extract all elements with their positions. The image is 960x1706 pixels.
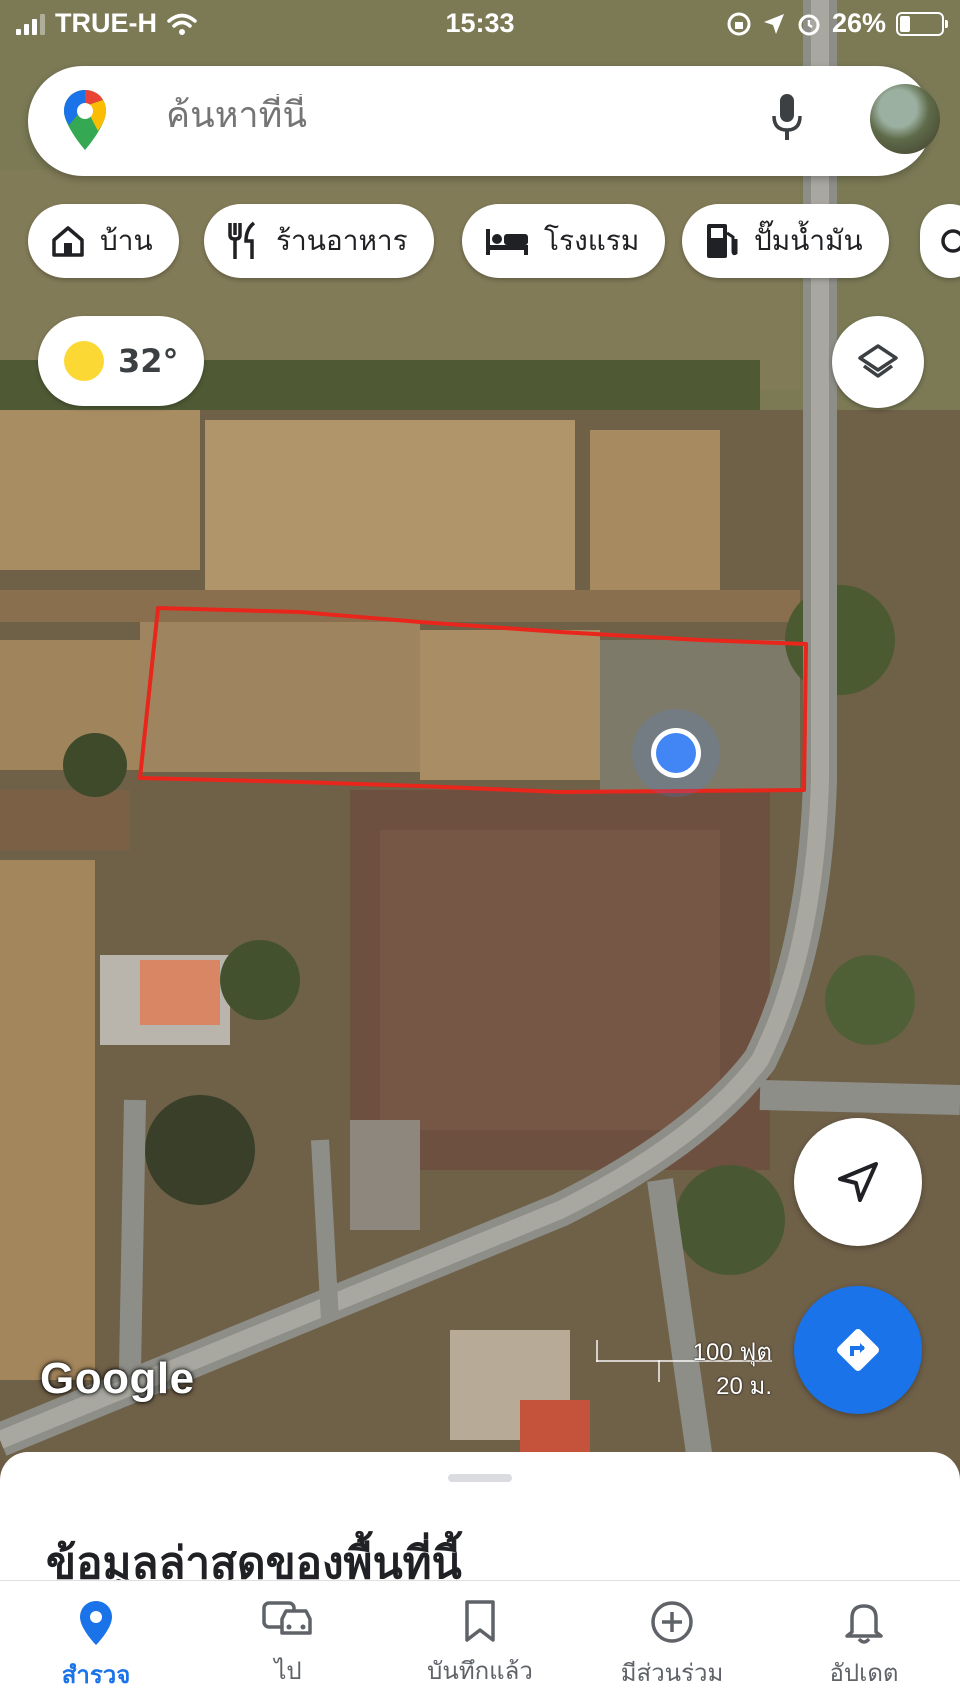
my-location-button[interactable] <box>794 1118 922 1246</box>
location-arrow-icon <box>763 13 784 34</box>
temperature: 32° <box>118 342 179 380</box>
google-attribution: Google <box>40 1354 195 1403</box>
tab-explore[interactable]: สำรวจ <box>0 1599 192 1694</box>
sheet-drag-handle[interactable] <box>448 1474 512 1482</box>
tab-label: มีส่วนร่วม <box>620 1659 724 1687</box>
sun-icon <box>64 341 104 381</box>
directions-icon <box>837 1329 879 1371</box>
tab-contribute[interactable]: มีส่วนร่วม <box>576 1599 768 1692</box>
tab-updates[interactable]: อัปเดต <box>768 1599 960 1692</box>
more-category-icon <box>941 229 960 253</box>
hotel-icon <box>486 229 528 255</box>
battery-percent: 26% <box>831 8 886 38</box>
account-avatar[interactable] <box>870 84 940 154</box>
gas-station-icon <box>707 224 738 258</box>
location-pin-icon <box>80 1601 112 1645</box>
google-maps-logo-icon <box>64 90 106 150</box>
bottom-sheet[interactable]: ข้อมูลล่าสุดของพื้นที่นี้ <box>0 1452 960 1589</box>
tab-label: ไป <box>274 1657 302 1685</box>
chip-label: บ้าน <box>100 224 153 257</box>
alarm-icon <box>798 14 820 35</box>
layers-button[interactable] <box>832 316 924 408</box>
chip-label: โรงแรม <box>544 224 640 257</box>
add-circle-icon <box>651 1601 693 1643</box>
chip-label: ร้านอาหาร <box>276 224 408 257</box>
chip-gas-stations[interactable]: ปั๊มน้ำมัน <box>682 204 889 278</box>
rotation-lock-icon <box>727 12 751 35</box>
map-scale: 100 ฟุต 20 ม. <box>596 1332 772 1400</box>
status-bar: TRUE-H 15:33 26% <box>0 0 960 48</box>
bottom-tab-bar: สำรวจ ไป บันทึกแล้ว มีส่วนร่วม อัปเดต <box>0 1580 960 1706</box>
tab-label: สำรวจ <box>61 1661 131 1689</box>
search-bar[interactable] <box>28 66 940 176</box>
chip-more[interactable] <box>920 204 960 278</box>
battery-icon <box>896 11 948 36</box>
home-icon <box>52 226 84 257</box>
car-icon <box>262 1601 312 1635</box>
search-input[interactable] <box>166 94 646 136</box>
scale-metric: 20 ม. <box>716 1373 772 1400</box>
layers-icon <box>858 344 898 378</box>
chip-home[interactable]: บ้าน <box>28 204 179 278</box>
restaurant-icon <box>228 221 256 259</box>
weather-badge[interactable]: 32° <box>38 316 204 406</box>
microphone-icon[interactable] <box>770 92 804 144</box>
tab-label: อัปเดต <box>829 1659 899 1687</box>
chip-hotels[interactable]: โรงแรม <box>462 204 666 278</box>
chip-restaurants[interactable]: ร้านอาหาร <box>204 204 434 278</box>
current-location-dot <box>656 733 696 773</box>
tab-go[interactable]: ไป <box>192 1599 384 1690</box>
category-chips: บ้าน ร้านอาหาร โรงแรม ปั๊มน้ำมัน <box>28 204 960 278</box>
bookmark-icon <box>465 1600 495 1642</box>
bell-icon <box>845 1604 883 1644</box>
navigation-arrow-icon <box>838 1162 878 1202</box>
chip-label: ปั๊มน้ำมัน <box>754 224 863 257</box>
tab-label: บันทึกแล้ว <box>427 1657 533 1685</box>
directions-button[interactable] <box>794 1286 922 1414</box>
tab-saved[interactable]: บันทึกแล้ว <box>384 1599 576 1690</box>
